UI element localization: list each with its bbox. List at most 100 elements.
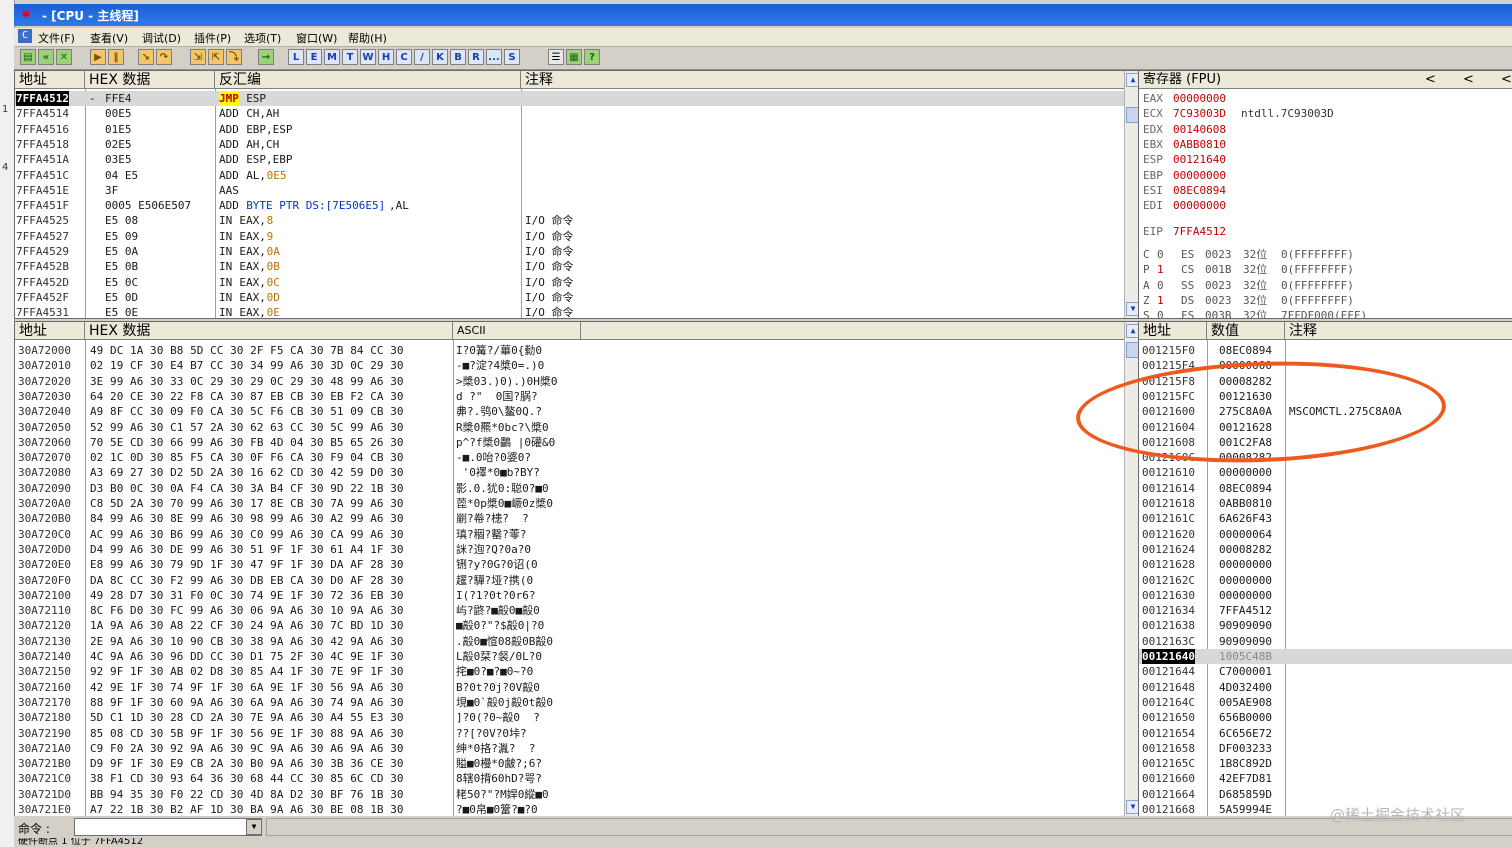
nav-left-icon[interactable]: < [1463, 71, 1474, 89]
dump-row[interactable]: 30A72030 64 20 CE 30 22 F8 CA 30 87 EB CB… [15, 389, 1125, 404]
dump-row[interactable]: 30A72180 5D C1 1D 30 28 CD 2A 30 7E 9A A6… [15, 710, 1125, 725]
disassembly-pane[interactable]: 地址 HEX 数据 反汇编 注释 7FFA4512- FFE4 JMP ESP 7FFA… [14, 70, 1140, 319]
dump-row[interactable]: 30A720A0 C8 5D 2A 30 70 99 A6 30 17 8E CB… [15, 496, 1125, 511]
pause-icon[interactable]: ‖ [108, 49, 124, 65]
stack-row[interactable]: 00121648 4D032400 [1139, 680, 1512, 695]
stack-row[interactable]: 00121634 7FFA4512 [1139, 603, 1512, 618]
threads-window-icon[interactable]: T [342, 49, 358, 65]
execute-till-return-icon[interactable]: ⤵ [226, 49, 242, 65]
menu-help[interactable]: 帮助(H) [348, 30, 387, 46]
step-into-icon[interactable]: ↘ [138, 49, 154, 65]
menu-view[interactable]: 查看(V) [90, 30, 128, 46]
disasm-header-address[interactable]: 地址 [15, 71, 85, 89]
menu-debug[interactable]: 调试(D) [142, 30, 181, 46]
disasm-row[interactable]: 7FFA452D E5 0C IN EAX, 0C I/O 命令 [15, 275, 1125, 290]
stack-row[interactable]: 001215F0 08EC0894 [1139, 343, 1512, 358]
dump-row[interactable]: 30A72160 42 9E 1F 30 74 9F 1F 30 6A 9E 1F… [15, 680, 1125, 695]
dump-row[interactable]: 30A721A0 C9 F0 2A 30 92 9A A6 30 9C 9A A6… [15, 741, 1125, 756]
dump-row[interactable]: 30A720B0 84 99 A6 30 8E 99 A6 30 98 99 A6… [15, 511, 1125, 526]
dump-row[interactable]: 30A72090 D3 B0 0C 30 0A F4 CA 30 3A B4 CF… [15, 481, 1125, 496]
stack-header-address[interactable]: 地址 [1139, 322, 1207, 340]
trace-into-icon[interactable]: ⇲ [190, 49, 206, 65]
dump-row[interactable]: 30A72120 1A 9A A6 30 A8 22 CF 30 24 9A A6… [15, 618, 1125, 633]
close-process-icon[interactable]: ✕ [56, 49, 72, 65]
step-over-icon[interactable]: ↷ [156, 49, 172, 65]
dump-row[interactable]: 30A721C0 38 F1 CD 30 93 64 36 30 68 44 CC… [15, 771, 1125, 786]
stack-row[interactable]: 00121660 42EF7D81 [1139, 771, 1512, 786]
dump-row[interactable]: 30A720C0 AC 99 A6 30 B6 99 A6 30 C0 99 A6… [15, 527, 1125, 542]
dump-row[interactable]: 30A72000 49 DC 1A 30 B8 5D CC 30 2F F5 CA… [15, 343, 1125, 358]
dump-row[interactable]: 30A72100 49 28 D7 30 31 F0 0C 30 74 9E 1F… [15, 588, 1125, 603]
stack-row[interactable]: 0012161C 6A626F43 [1139, 511, 1512, 526]
stack-row[interactable]: 0012163C 90909090 [1139, 634, 1512, 649]
stack-row[interactable]: 0012164C 005AE908 [1139, 695, 1512, 710]
flag-row[interactable]: Z 1 DS 0023 32位 0(FFFFFFFF) [1139, 293, 1512, 308]
stack-row[interactable]: 00121624 00008282 [1139, 542, 1512, 557]
cpu-window-icon[interactable]: C [396, 49, 412, 65]
dump-row[interactable]: 30A72040 A9 8F CC 30 09 F0 CA 30 5C F6 CB… [15, 404, 1125, 419]
stack-row[interactable]: 00121644 C7000001 [1139, 664, 1512, 679]
stack-row[interactable]: 00121650 656B0000 [1139, 710, 1512, 725]
stack-row[interactable]: 00121610 00000000 [1139, 465, 1512, 480]
chevron-down-icon[interactable]: ▼ [246, 819, 262, 835]
menu-file[interactable]: 文件(F) [38, 30, 75, 46]
dump-row[interactable]: 30A720F0 DA 8C CC 30 F2 99 A6 30 DB EB CA… [15, 573, 1125, 588]
register-row[interactable]: EBP 00000000 [1139, 168, 1512, 183]
options-grid-icon[interactable]: ▦ [566, 49, 582, 65]
dump-row[interactable]: 30A721B0 D9 9F 1F 30 E9 CB 2A 30 B0 9A A6… [15, 756, 1125, 771]
disasm-row[interactable]: 7FFA4529 E5 0A IN EAX, 0A I/O 命令 [15, 244, 1125, 259]
disasm-header-disassembly[interactable]: 反汇编 [215, 71, 521, 89]
stack-row[interactable]: 00121620 00000064 [1139, 527, 1512, 542]
call-stack-window-icon[interactable]: K [432, 49, 448, 65]
stack-row[interactable]: 0012162C 00000000 [1139, 573, 1512, 588]
disasm-row[interactable]: 7FFA451C 04 E5 ADD AL, 0E5 [15, 168, 1125, 183]
stack-row[interactable]: 00121664 D685859D [1139, 787, 1512, 802]
help-icon[interactable]: ? [584, 49, 600, 65]
flag-row[interactable]: P 1 CS 001B 32位 0(FFFFFFFF) [1139, 262, 1512, 277]
disasm-row[interactable]: 7FFA4527 E5 09 IN EAX, 9 I/O 命令 [15, 229, 1125, 244]
dump-row[interactable]: 30A72150 92 9F 1F 30 AB 02 D8 30 85 A4 1F… [15, 664, 1125, 679]
stack-row[interactable]: 00121638 90909090 [1139, 618, 1512, 633]
references-window-icon[interactable]: R [468, 49, 484, 65]
stack-row[interactable]: 00121628 00000000 [1139, 557, 1512, 572]
windows-window-icon[interactable]: W [360, 49, 376, 65]
menu-plugins[interactable]: 插件(P) [194, 30, 231, 46]
disasm-row[interactable]: 7FFA451E 3F AAS [15, 183, 1125, 198]
dump-row[interactable]: 30A72010 02 19 CF 30 E4 B7 CC 30 34 99 A6… [15, 358, 1125, 373]
log-window-icon[interactable]: L [288, 49, 304, 65]
stack-row[interactable]: 00121654 6C656E72 [1139, 726, 1512, 741]
flag-row[interactable]: C 0 ES 0023 32位 0(FFFFFFFF) [1139, 247, 1512, 262]
disasm-row[interactable]: 7FFA452B E5 0B IN EAX, 0B I/O 命令 [15, 259, 1125, 274]
disasm-header-hex[interactable]: HEX 数据 [85, 71, 215, 89]
disasm-scrollbar[interactable]: ▲ ▼ [1124, 71, 1139, 318]
stack-row[interactable]: 00121630 00000000 [1139, 588, 1512, 603]
goto-icon[interactable]: → [258, 49, 274, 65]
stack-header-value[interactable]: 数值 [1207, 322, 1285, 340]
patches-window-icon[interactable]: / [414, 49, 430, 65]
dump-row[interactable]: 30A72170 88 9F 1F 30 60 9A A6 30 6A 9A A6… [15, 695, 1125, 710]
memory-dump-pane[interactable]: 地址 HEX 数据 ASCII 30A72000 49 DC 1A 30 B8 5… [14, 321, 1140, 817]
dump-row[interactable]: 30A72060 70 5E CD 30 66 99 A6 30 FB 4D 04… [15, 435, 1125, 450]
memory-window-icon[interactable]: M [324, 49, 340, 65]
register-row[interactable]: ESI 08EC0894 [1139, 183, 1512, 198]
disasm-row[interactable]: 7FFA4525 E5 08 IN EAX, 8 I/O 命令 [15, 213, 1125, 228]
dump-row[interactable]: 30A72110 8C F6 D0 30 FC 99 A6 30 06 9A A6… [15, 603, 1125, 618]
open-icon[interactable]: ▤ [20, 49, 36, 65]
trace-over-icon[interactable]: ⇱ [208, 49, 224, 65]
register-row[interactable]: EDI 00000000 [1139, 198, 1512, 213]
handles-window-icon[interactable]: H [378, 49, 394, 65]
run-trace-window-icon[interactable]: ... [486, 49, 502, 65]
stack-row[interactable]: 00121618 0ABB0810 [1139, 496, 1512, 511]
window-menu-icon[interactable]: C [18, 29, 32, 43]
command-input[interactable] [74, 818, 262, 836]
stack-row[interactable]: 00121658 DF003233 [1139, 741, 1512, 756]
disasm-row[interactable]: 7FFA451F 0005 E506E507 ADD BYTE PTR DS:[7E5… [15, 198, 1125, 213]
disasm-header-comment[interactable]: 注释 [521, 71, 1125, 89]
register-row[interactable]: EAX 00000000 [1139, 91, 1512, 106]
stack-row[interactable]: 00121614 08EC0894 [1139, 481, 1512, 496]
dump-row[interactable]: 30A720D0 D4 99 A6 30 DE 99 A6 30 51 9F 1F… [15, 542, 1125, 557]
run-icon[interactable]: ▶ [90, 49, 106, 65]
registers-pane[interactable]: 寄存器 (FPU) < < < EAX 00000000 ECX 7C93003D nt… [1138, 70, 1512, 319]
dump-row[interactable]: 30A721D0 BB 94 35 30 F0 22 CD 30 4D 8A D2… [15, 787, 1125, 802]
register-row-eip[interactable]: EIP 7FFA4512 [1139, 224, 1512, 239]
